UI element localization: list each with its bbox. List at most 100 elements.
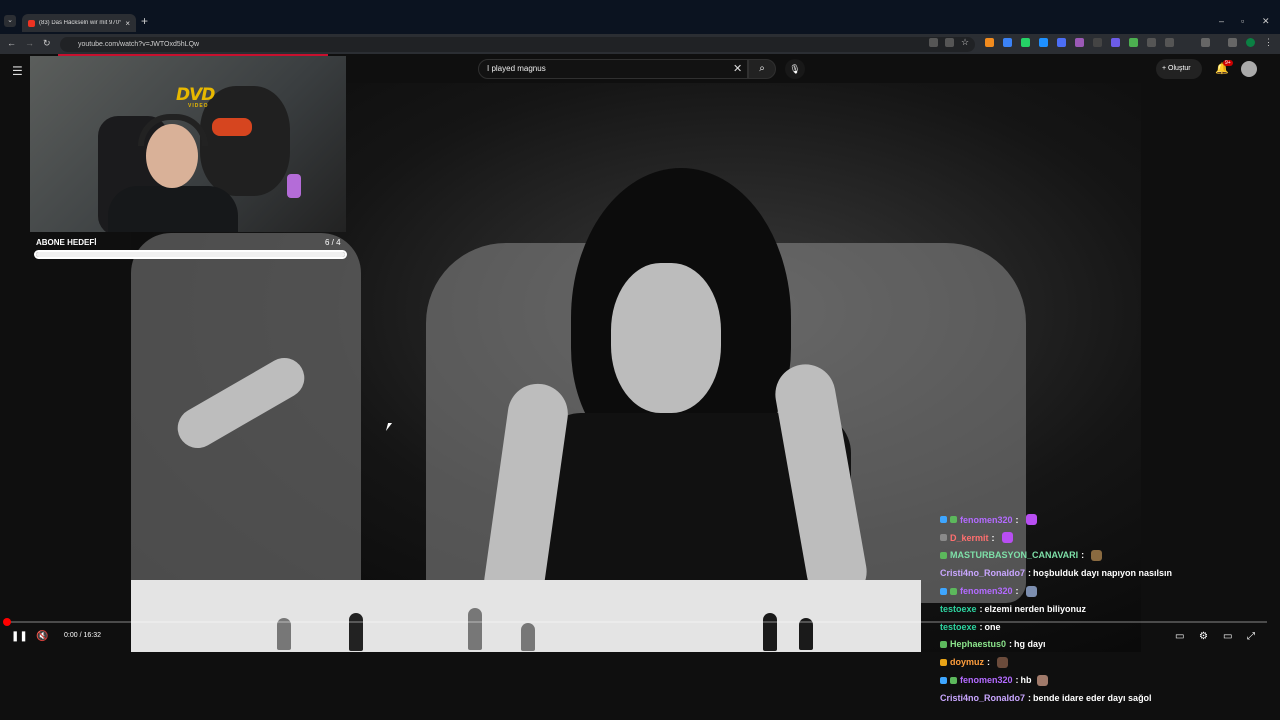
chat-text: bende idare eder dayı sağol: [1033, 692, 1152, 703]
extensions-puzzle-icon[interactable]: [1201, 38, 1210, 47]
chat-message: fenomen320:: [940, 511, 1270, 529]
chat-message: fenomen320: hb: [940, 671, 1270, 689]
search-input[interactable]: I played magnus: [478, 59, 748, 79]
media-control-icon[interactable]: [1228, 38, 1237, 47]
chat-badge-icon: [940, 516, 947, 524]
webcam-scene: [287, 174, 301, 198]
video-scene: [349, 613, 363, 651]
voice-search-button[interactable]: 🎙: [785, 59, 805, 79]
extension-icon[interactable]: [1147, 38, 1156, 47]
chat-emote-icon: [1036, 674, 1048, 686]
sub-goal-bar: [34, 250, 347, 259]
chat-username[interactable]: testoexe: [940, 622, 977, 632]
chat-separator: :: [1028, 568, 1032, 579]
menu-icon[interactable]: ☰: [12, 64, 23, 78]
chat-emote-icon: [1091, 549, 1103, 561]
new-tab-icon[interactable]: +: [141, 14, 148, 28]
chat-message: Cristi4no_Ronaldo7: bende idare eder dayı…: [940, 689, 1270, 707]
chat-emote-icon: [1001, 532, 1013, 544]
chat-emote-icon: [997, 656, 1009, 668]
extension-icon[interactable]: [1003, 38, 1012, 47]
browser-menu-icon[interactable]: ⋮: [1264, 38, 1273, 47]
extension-icon[interactable]: [1057, 38, 1066, 47]
bookmark-star-icon[interactable]: ☆: [961, 38, 970, 47]
chat-text: one: [984, 621, 1001, 632]
extension-icon[interactable]: [1093, 38, 1102, 47]
video-scene: [468, 608, 482, 650]
chat-username[interactable]: Cristi4no_Ronaldo7: [940, 568, 1025, 578]
chat-username[interactable]: Hephaestus0: [950, 639, 1006, 649]
chat-separator: :: [1081, 550, 1085, 561]
chat-message: Cristi4no_Ronaldo7: hoşbulduk dayı napıyo…: [940, 564, 1270, 582]
search-button[interactable]: ⌕: [748, 59, 776, 79]
chat-separator: :: [991, 532, 995, 543]
scrubber-handle[interactable]: [3, 618, 11, 626]
video-scene: [611, 263, 721, 413]
microphone-icon: 🎙: [789, 64, 801, 74]
sub-goal-count: 6 / 4: [325, 238, 341, 247]
extension-icon[interactable]: [1165, 38, 1174, 47]
chat-message: testoexe: elzemi nerden biliyonuz: [940, 600, 1270, 618]
chat-separator: :: [1015, 675, 1019, 686]
chat-username[interactable]: D_kermit: [950, 533, 989, 543]
address-toolbar: ← → ↻ youtube.com/watch?v=JWTOxd5hLQw: [0, 34, 1280, 54]
sub-goal-label: ABONE HEDEFİ: [36, 238, 97, 247]
chat-badge-icon: [940, 534, 947, 542]
profile-icon[interactable]: [1246, 38, 1255, 47]
chat-username[interactable]: testoexe: [940, 604, 977, 614]
extension-icon[interactable]: [1039, 38, 1048, 47]
chat-badge-icon: [940, 551, 947, 559]
chat-username[interactable]: MASTURBASYON_CANAVARI: [950, 550, 1078, 560]
chat-separator: :: [1028, 692, 1032, 703]
chat-message: doymuz:: [940, 653, 1270, 671]
chat-emote-icon: [1025, 514, 1037, 526]
chat-text: hoşbulduk dayı napıyon nasılsın: [1033, 568, 1173, 579]
chat-username[interactable]: Cristi4no_Ronaldo7: [940, 693, 1025, 703]
extension-icon[interactable]: [985, 38, 994, 47]
mute-icon[interactable]: 🔇: [36, 631, 48, 642]
chat-username[interactable]: fenomen320: [960, 586, 1013, 596]
reload-icon[interactable]: ↻: [43, 38, 51, 49]
tab-close-icon[interactable]: ×: [125, 19, 130, 28]
create-button[interactable]: + Oluştur: [1156, 59, 1202, 79]
tab-search-icon[interactable]: ⌄: [4, 15, 16, 27]
pause-icon[interactable]: ❚❚: [11, 631, 28, 642]
chat-badge-icon: [950, 587, 957, 595]
chat-badge-icon: [940, 640, 947, 648]
clear-search-icon[interactable]: ✕: [733, 62, 742, 75]
extension-icon[interactable]: [1111, 38, 1120, 47]
browser-tab[interactable]: (83) Das Häckseln wir mit 970° ×: [22, 14, 136, 32]
chat-separator: :: [1015, 586, 1019, 597]
chat-separator: :: [987, 657, 991, 668]
search-icon: ⌕: [759, 63, 765, 74]
chat-badge-icon: [940, 587, 947, 595]
chat-badge-icon: [950, 676, 957, 684]
chat-badge-icon: [940, 658, 947, 666]
chat-separator: :: [979, 621, 983, 632]
url-field[interactable]: youtube.com/watch?v=JWTOxd5hLQw: [60, 37, 975, 52]
chat-overlay: fenomen320: D_kermit: MASTURBASYON_CANAVAR…: [940, 511, 1270, 707]
youtube-favicon-icon: [28, 19, 35, 27]
chat-text: hg dayı: [1014, 639, 1046, 650]
chat-separator: :: [1015, 514, 1019, 525]
video-scene: [521, 623, 535, 651]
chat-username[interactable]: doymuz: [950, 657, 984, 667]
notification-count-badge: 9+: [1223, 60, 1233, 66]
chat-text: elzemi nerden biliyonuz: [984, 603, 1087, 614]
chat-username[interactable]: fenomen320: [960, 515, 1013, 525]
cast-icon[interactable]: [929, 38, 938, 47]
back-icon[interactable]: ←: [7, 38, 16, 48]
chat-username[interactable]: fenomen320: [960, 675, 1013, 685]
extension-icon[interactable]: [1129, 38, 1138, 47]
create-label: Oluştur: [1168, 65, 1191, 72]
restore-icon[interactable]: ▫: [1241, 16, 1244, 26]
extension-icon[interactable]: [1075, 38, 1084, 47]
account-avatar[interactable]: [1241, 61, 1257, 77]
extension-icon[interactable]: [1021, 38, 1030, 47]
chat-separator: :: [979, 603, 983, 614]
eye-off-icon[interactable]: [945, 38, 954, 47]
window-close-icon[interactable]: ✕: [1262, 16, 1270, 27]
forward-icon[interactable]: →: [25, 38, 34, 48]
minimize-icon[interactable]: –: [1219, 16, 1224, 26]
chat-emote-icon: [1025, 585, 1037, 597]
